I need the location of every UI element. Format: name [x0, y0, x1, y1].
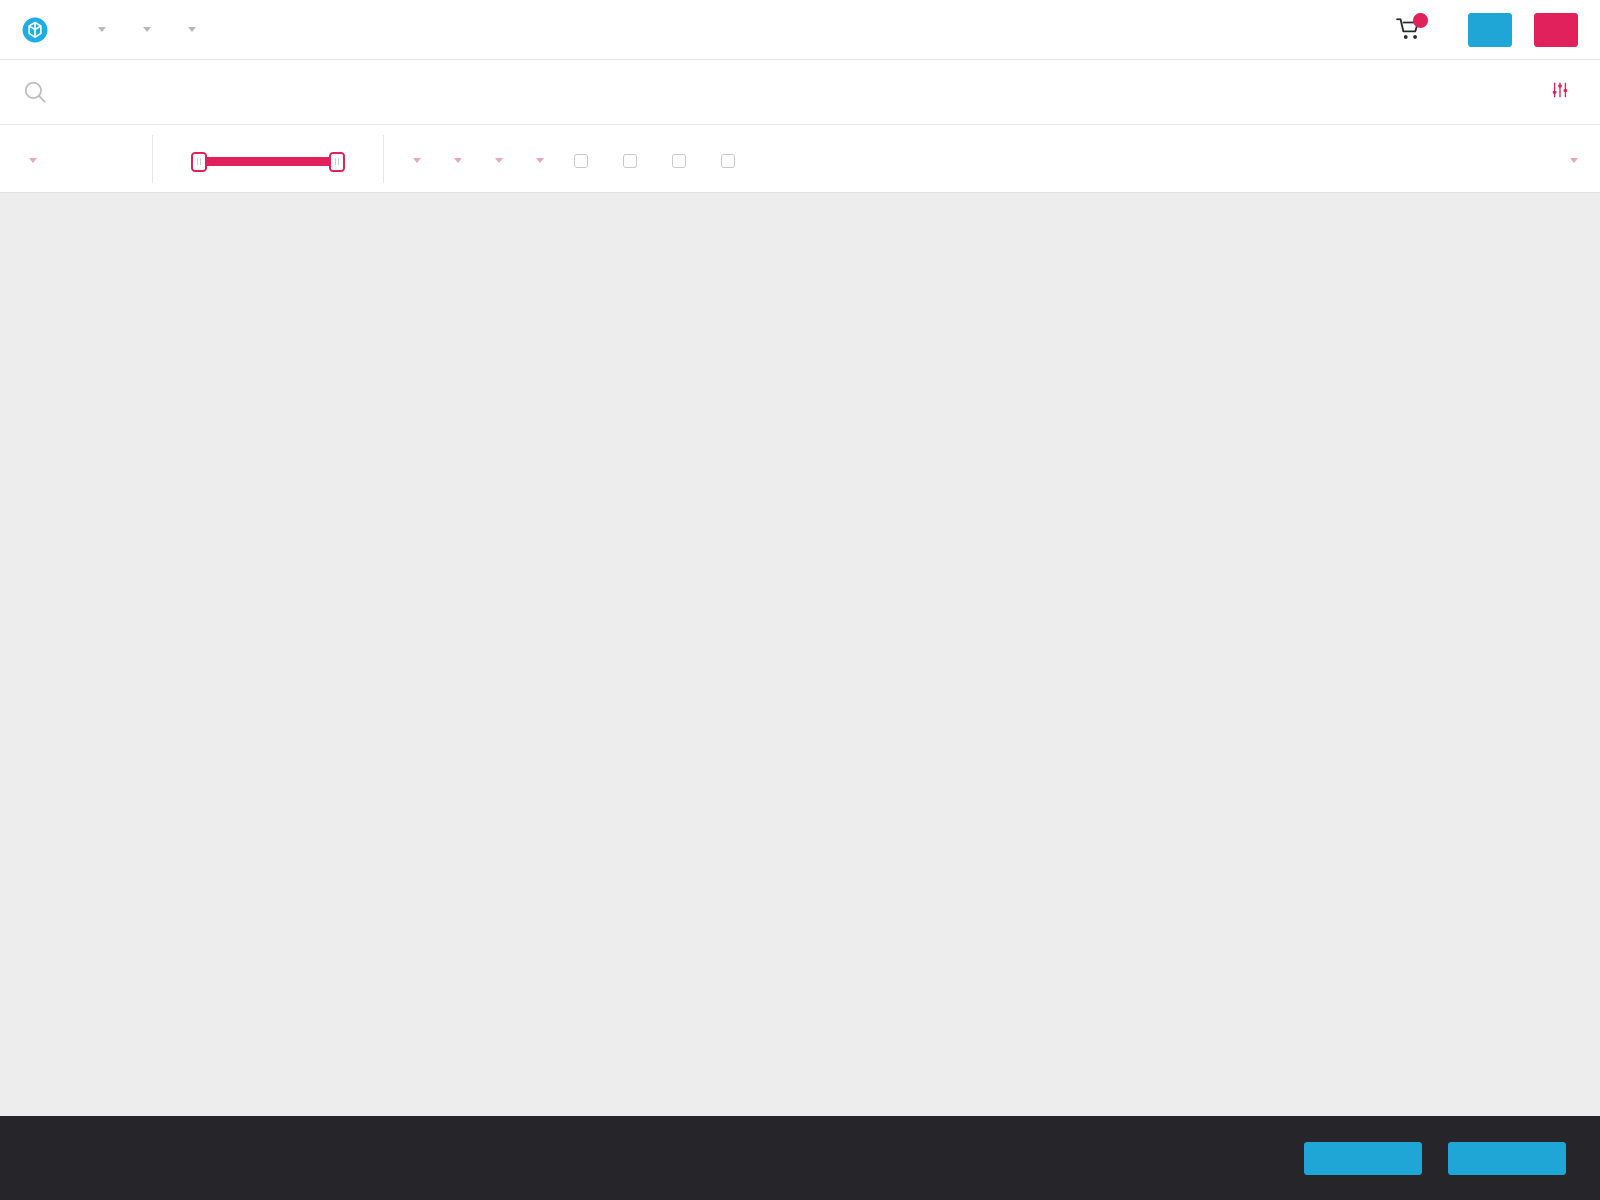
poly-count-filter-value[interactable]	[447, 158, 462, 163]
checkbox-box-icon[interactable]	[623, 153, 637, 168]
checkbox-box-icon[interactable]	[574, 153, 588, 168]
top-navigation-bar	[0, 0, 1600, 60]
cookie-consent-banner	[0, 1116, 1600, 1200]
checkbox-pbr[interactable]	[574, 153, 597, 168]
category-filter[interactable]	[22, 154, 152, 163]
search-bar	[0, 60, 1600, 125]
search-input[interactable]	[72, 76, 1551, 108]
rating-filter[interactable]	[529, 154, 544, 163]
chevron-down-icon	[454, 158, 462, 163]
chevron-down-icon	[29, 158, 37, 163]
cart-button[interactable]	[1396, 12, 1428, 44]
category-filter-value[interactable]	[22, 158, 152, 163]
price-range-slider[interactable]	[191, 151, 345, 172]
search-icon	[22, 79, 48, 105]
divider	[383, 134, 384, 183]
sign-up-button[interactable]	[1468, 12, 1512, 47]
price-range-filter[interactable]	[191, 151, 345, 172]
checkbox-show-restricted[interactable]	[721, 153, 744, 168]
price-slider-min-handle[interactable]	[191, 151, 207, 172]
chevron-down-icon	[413, 158, 421, 163]
price-slider-max-handle[interactable]	[329, 151, 345, 172]
nav-item-for-business[interactable]	[181, 27, 196, 32]
nav-item-buy-3d-models[interactable]	[136, 27, 151, 32]
sort-by-filter[interactable]	[1563, 154, 1578, 163]
chevron-down-icon	[143, 27, 151, 32]
primary-nav	[91, 27, 196, 32]
chevron-down-icon	[188, 27, 196, 32]
rating-filter-value[interactable]	[529, 158, 544, 163]
divider	[152, 134, 153, 183]
nav-item-explore[interactable]	[91, 27, 106, 32]
sketchfab-store-page	[0, 0, 1600, 1200]
cart-discount-badge	[1413, 12, 1428, 28]
chevron-down-icon	[495, 158, 503, 163]
refuse-all-button[interactable]	[1304, 1141, 1422, 1175]
sketchfab-logo-icon	[22, 17, 48, 43]
checkbox-rigged[interactable]	[672, 153, 695, 168]
chevron-down-icon	[1570, 158, 1578, 163]
licenses-filter[interactable]	[488, 154, 503, 163]
accept-all-button[interactable]	[1448, 1141, 1566, 1175]
sliders-icon	[1551, 81, 1569, 104]
formats-filter-value[interactable]	[406, 158, 421, 163]
formats-filter[interactable]	[406, 154, 421, 163]
checkbox-box-icon[interactable]	[672, 153, 686, 168]
nav-actions	[1396, 12, 1578, 47]
cookie-consent-actions	[1278, 1141, 1566, 1175]
checkbox-box-icon[interactable]	[721, 153, 735, 168]
chevron-down-icon	[536, 158, 544, 163]
sort-by-value[interactable]	[1563, 158, 1578, 163]
licenses-filter-value[interactable]	[488, 158, 503, 163]
brand-logo[interactable]	[22, 17, 57, 43]
others-filter	[574, 150, 744, 168]
filters-and-sort-button[interactable]	[1551, 81, 1578, 104]
filter-bar	[0, 125, 1600, 193]
others-checkbox-group	[574, 153, 744, 168]
checkbox-animated[interactable]	[623, 153, 646, 168]
chevron-down-icon	[98, 27, 106, 32]
results-grid	[0, 193, 1600, 1200]
become-a-seller-button[interactable]	[1534, 12, 1578, 47]
poly-count-filter[interactable]	[447, 154, 462, 163]
